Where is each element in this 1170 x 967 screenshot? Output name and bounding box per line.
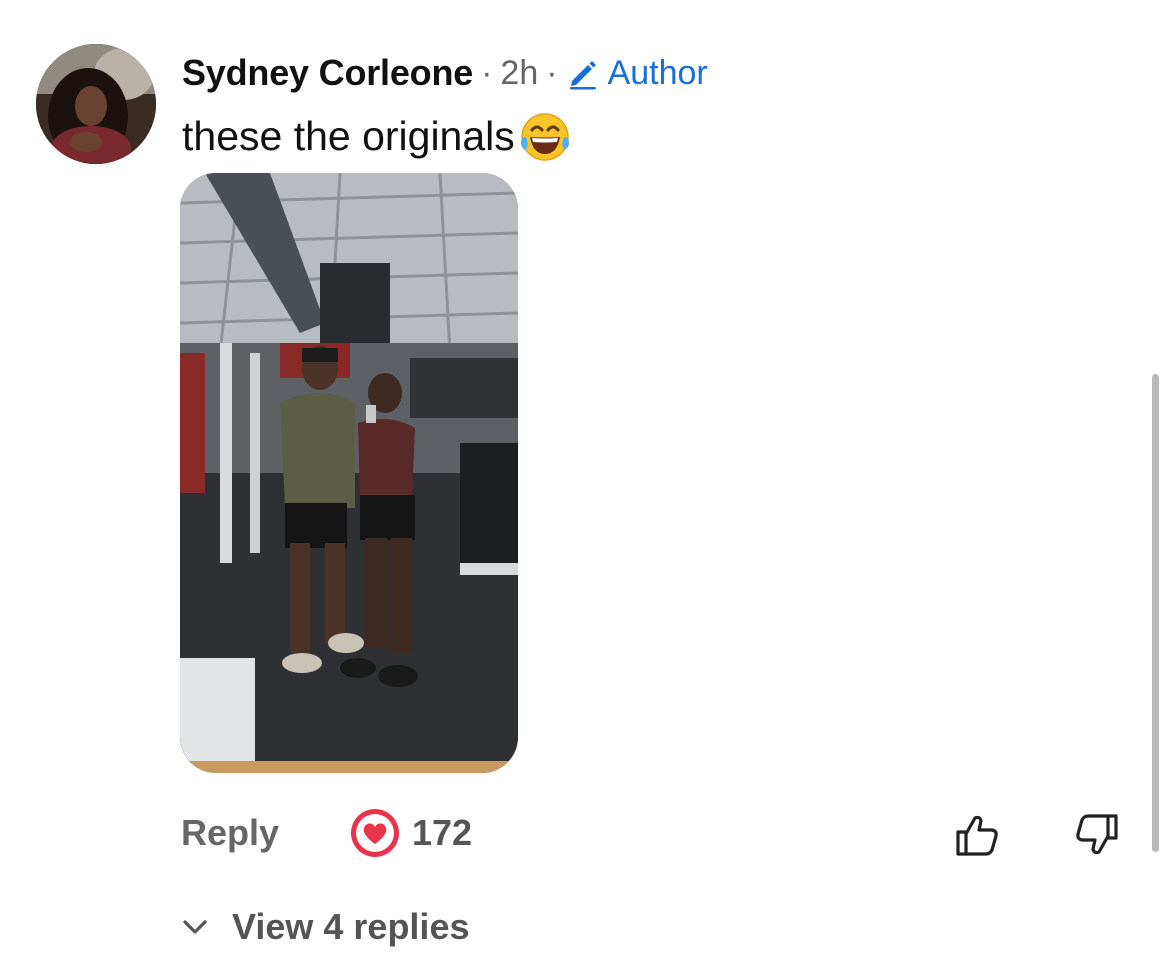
gym-photo-image [180, 173, 518, 773]
chevron-down-icon [183, 920, 207, 934]
avatar-image [36, 44, 156, 164]
pencil-icon [569, 61, 596, 90]
laughing-tears-emoji-icon [520, 113, 569, 161]
like-reactions[interactable]: 172 [350, 808, 472, 858]
separator-dot: · [481, 53, 493, 92]
comment-photo[interactable] [180, 173, 518, 773]
comment-body: these the originals [182, 108, 573, 164]
separator-dot: · [546, 53, 558, 92]
author-badge-label: Author [607, 53, 708, 92]
heart-icon [351, 809, 399, 857]
like-count: 172 [412, 812, 473, 853]
view-replies-button[interactable]: View 4 replies [180, 906, 469, 948]
author-avatar[interactable] [36, 44, 156, 164]
view-replies-label: View 4 replies [232, 906, 470, 947]
reply-button[interactable]: Reply [181, 812, 279, 854]
scrollbar-thumb[interactable] [1152, 374, 1159, 852]
timestamp: 2h [500, 53, 539, 92]
author-badge: Author [566, 54, 708, 93]
thumbs-up-icon[interactable] [952, 810, 1002, 860]
author-name[interactable]: Sydney Corleone [182, 52, 473, 94]
thumbs-down-icon[interactable] [1072, 810, 1122, 860]
comment-header: Sydney Corleone · 2h · Author [182, 50, 708, 96]
comment-text: these the originals [182, 112, 515, 159]
